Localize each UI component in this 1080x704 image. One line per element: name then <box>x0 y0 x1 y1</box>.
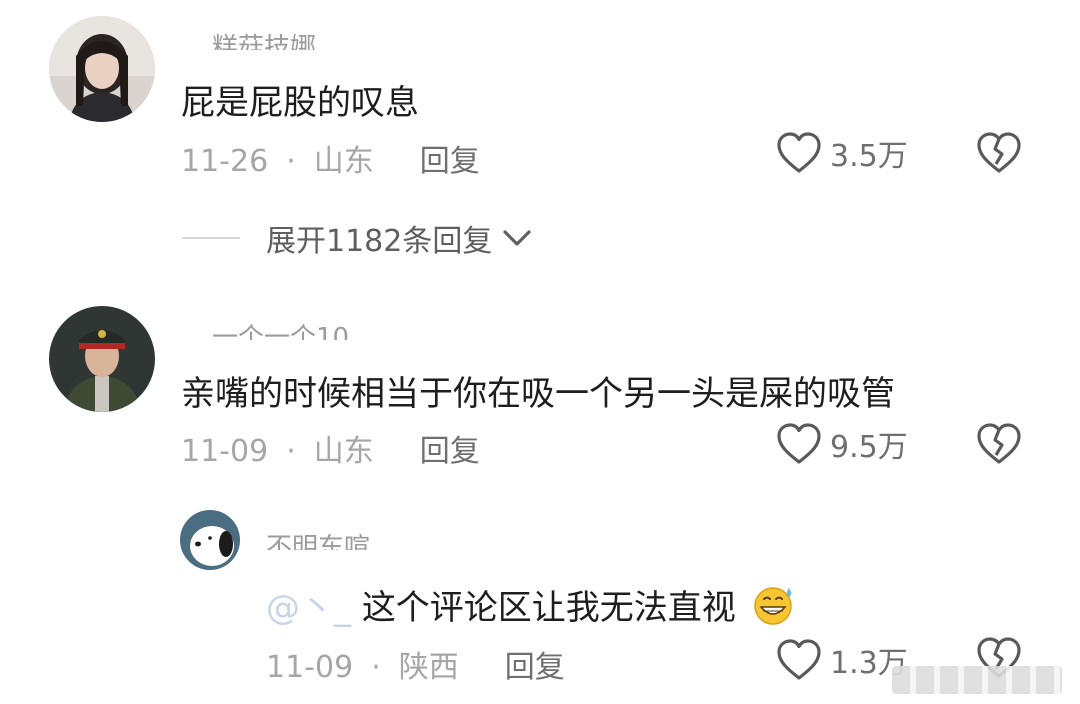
like-button[interactable]: 1.3万 <box>776 638 908 682</box>
reply-button[interactable]: 回复 <box>420 144 480 179</box>
comment-location: 陕西 <box>398 650 459 685</box>
comment-date: 11-09 <box>181 434 269 469</box>
heart-outline-icon <box>777 639 821 680</box>
broken-heart-icon <box>977 423 1021 464</box>
heart-outline-icon <box>777 423 821 464</box>
like-button[interactable]: 9.5万 <box>776 422 908 466</box>
like-count: 9.5万 <box>830 430 908 465</box>
broken-heart-icon <box>977 132 1021 173</box>
grinning-sweat-emoji <box>751 585 797 634</box>
username[interactable]: 糕菇技娜 <box>212 28 316 50</box>
comment-meta: 11-26 · 山东 回复 <box>181 136 480 180</box>
watermark <box>892 666 1062 694</box>
comment-meta: 11-09 · 山东 回复 <box>181 426 480 470</box>
dislike-button[interactable] <box>975 422 1023 470</box>
divider-line <box>182 237 240 239</box>
mention-link[interactable]: @丶_ <box>266 588 351 628</box>
like-button[interactable]: 3.5万 <box>776 131 908 175</box>
separator-dot: · <box>286 144 296 179</box>
comment-date: 11-26 <box>181 144 269 179</box>
like-count: 3.5万 <box>830 139 908 174</box>
chevron-down-icon <box>503 230 531 246</box>
separator-dot: · <box>371 650 381 685</box>
avatar[interactable] <box>180 510 240 570</box>
comment-location: 山东 <box>313 144 374 179</box>
avatar[interactable] <box>49 306 155 412</box>
dislike-button[interactable] <box>975 131 1023 179</box>
reply-text: 这个评论区让我无法直视 <box>361 588 736 628</box>
separator-dot: · <box>286 434 296 469</box>
heart-outline-icon <box>777 132 821 173</box>
avatar[interactable] <box>49 16 155 122</box>
comment-date: 11-09 <box>266 650 354 685</box>
username[interactable]: 一个一个10 <box>212 318 349 340</box>
reply-button[interactable]: 回复 <box>420 434 480 469</box>
reply-button[interactable]: 回复 <box>505 650 565 685</box>
comment-meta: 11-09 · 陕西 回复 <box>266 642 565 686</box>
expand-replies-label: 展开1182条回复 <box>266 224 493 259</box>
comment-text[interactable]: 屁是屁股的叹息 <box>181 75 419 124</box>
comment-text[interactable]: 亲嘴的时候相当于你在吸一个另一头是屎的吸管 <box>181 366 895 415</box>
expand-replies-button[interactable]: 展开1182条回复 <box>182 216 532 260</box>
comment-location: 山东 <box>313 434 374 469</box>
comment-text[interactable]: @丶_ 这个评论区让我无法直视 <box>266 580 797 634</box>
username[interactable]: 不明东喧 <box>266 528 370 550</box>
